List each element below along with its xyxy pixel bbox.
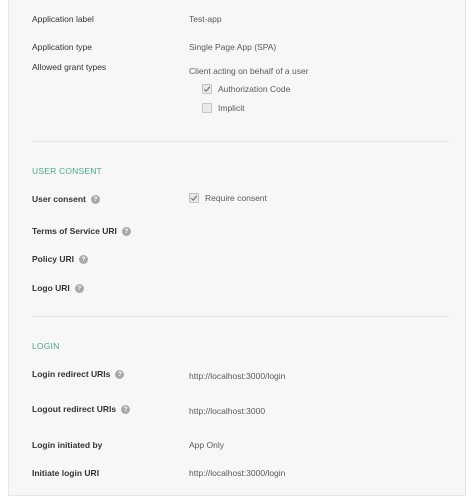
logo-uri-label-text: Logo URI (32, 283, 70, 293)
user-consent-label: User consent ? (32, 194, 100, 204)
app-type-value: Single Page App (SPA) (189, 42, 277, 52)
help-icon[interactable]: ? (115, 369, 125, 379)
logout-redirect-uris-value: http://localhost:3000 (189, 406, 266, 416)
initiate-login-uri-value: http://localhost:3000/login (189, 468, 286, 478)
check-icon (190, 195, 198, 201)
check-icon (203, 86, 211, 92)
require-consent-checkbox[interactable] (189, 193, 199, 203)
user-consent-section-title: USER CONSENT (32, 166, 102, 176)
grant-implicit-checkbox[interactable] (202, 103, 212, 113)
user-consent-label-text: User consent (32, 194, 86, 204)
tos-uri-label-text: Terms of Service URI (32, 226, 117, 236)
grant-types-label: Allowed grant types (32, 62, 107, 72)
login-initiated-by-label: Login initiated by (32, 440, 103, 450)
policy-uri-label: Policy URI ? (32, 254, 89, 264)
require-consent-option[interactable]: Require consent (189, 193, 267, 203)
help-icon[interactable]: ? (121, 404, 131, 414)
logout-redirect-uris-label: Logout redirect URIs ? (32, 404, 131, 414)
app-settings-panel: Application label Test-app Application t… (8, 0, 466, 496)
login-redirect-uris-label: Login redirect URIs ? (32, 369, 125, 379)
grant-authorization-code-label: Authorization Code (218, 84, 291, 94)
login-redirect-uris-value: http://localhost:3000/login (189, 371, 286, 381)
app-label-value: Test-app (189, 14, 222, 24)
grant-authorization-code-checkbox[interactable] (202, 84, 212, 94)
help-icon[interactable]: ? (79, 254, 89, 264)
logout-redirect-uris-label-text: Logout redirect URIs (32, 404, 117, 414)
tos-uri-label: Terms of Service URI ? (32, 226, 131, 236)
grant-implicit-label: Implicit (218, 103, 245, 113)
app-label-label: Application label (32, 14, 94, 24)
require-consent-label: Require consent (205, 193, 267, 203)
login-initiated-by-value: App Only (189, 440, 224, 450)
policy-uri-label-text: Policy URI (32, 254, 75, 264)
section-divider (32, 316, 449, 317)
initiate-login-uri-label: Initiate login URI (32, 468, 100, 478)
help-icon[interactable]: ? (74, 283, 84, 293)
section-divider (32, 141, 449, 142)
help-icon[interactable]: ? (90, 194, 100, 204)
grant-types-description: Client acting on behalf of a user (189, 66, 309, 76)
help-icon[interactable]: ? (121, 226, 131, 236)
grant-authorization-code-option[interactable]: Authorization Code (202, 84, 290, 94)
grant-implicit-option[interactable]: Implicit (202, 103, 244, 113)
logo-uri-label: Logo URI ? (32, 283, 84, 293)
app-type-label: Application type (32, 42, 93, 52)
login-redirect-uris-label-text: Login redirect URIs (32, 369, 111, 379)
login-section-title: LOGIN (32, 341, 60, 351)
